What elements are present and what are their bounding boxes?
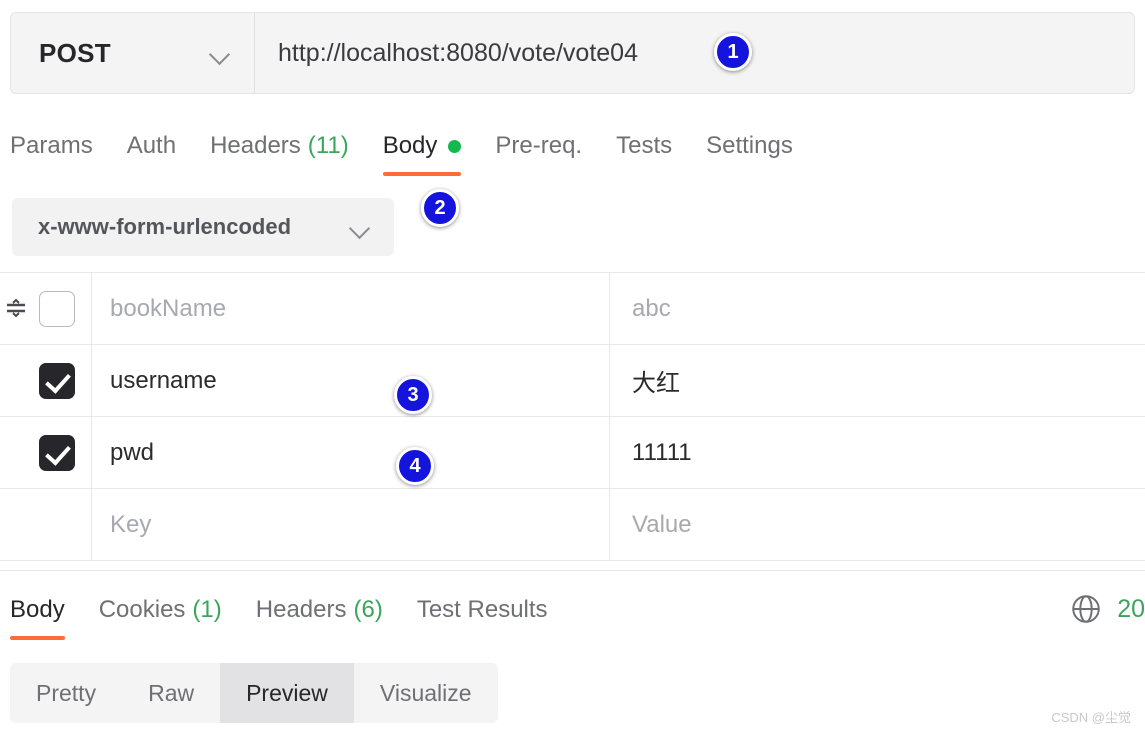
param-value-input[interactable]: abc [610,273,1145,344]
table-row: pwd 11111 [0,417,1145,489]
param-value-input[interactable]: 11111 [610,417,1145,488]
view-mode-visualize[interactable]: Visualize [354,663,498,723]
http-method-label: POST [39,37,111,68]
request-tab-settings[interactable]: Settings [706,128,793,170]
request-tab-tests[interactable]: Tests [616,128,672,170]
request-tab-label: Auth [126,132,177,159]
response-view-modes: Pretty Raw Preview Visualize [10,663,498,723]
response-status: 20 [1069,592,1145,626]
response-tab-count: (6) [353,596,383,623]
chevron-down-icon [210,47,232,59]
url-text: http://localhost:8080/vote/vote04 [278,38,638,67]
row-enable-checkbox[interactable] [39,434,75,471]
http-method-select[interactable]: POST [11,13,255,93]
body-type-select[interactable]: x-www-form-urlencoded [12,198,394,256]
body-params-table: bookName abc username 大红 pwd 11111 Key Value [0,272,1145,561]
request-url-bar: POST http://localhost:8080/vote/vote04 [10,12,1135,94]
annotation-badge-2: 2 [421,189,459,227]
body-type-label: x-www-form-urlencoded [38,214,292,239]
response-tab-cookies[interactable]: Cookies (1) [99,592,222,634]
view-mode-preview[interactable]: Preview [220,663,354,723]
param-key-input[interactable]: bookName [92,273,610,344]
table-row: username 大红 [0,345,1145,417]
annotation-badge-4: 4 [396,447,434,485]
response-tab-testresults[interactable]: Test Results [417,592,548,634]
response-tab-label: Cookies [98,596,186,623]
request-tab-count: (11) [307,132,349,159]
annotation-badge-3: 3 [394,376,432,414]
row-checkbox-cell [0,345,92,416]
response-tab-label: Headers [255,596,347,623]
view-mode-raw[interactable]: Raw [122,663,220,723]
request-tab-label: Headers [210,132,301,159]
globe-icon [1072,595,1100,623]
request-tab-label: Pre-req. [495,132,583,159]
annotation-badge-1: 1 [714,33,752,71]
view-mode-pretty[interactable]: Pretty [10,663,122,723]
table-row: Key Value [0,489,1145,561]
row-checkbox-cell [0,273,92,344]
param-key-input[interactable]: Key [92,489,610,560]
request-tab-auth[interactable]: Auth [127,128,176,170]
response-divider [0,570,1145,571]
table-row: bookName abc [0,273,1145,345]
request-tab-label: Settings [706,132,793,159]
row-checkbox-cell [0,489,92,560]
request-tabs: Params Auth Headers (11) Body Pre-req. Tests Se… [10,128,827,176]
param-value-input[interactable]: 大红 [610,345,1145,416]
row-enable-checkbox[interactable] [39,290,75,327]
param-value-input[interactable]: Value [610,489,1145,560]
param-key-input[interactable]: pwd [92,417,610,488]
row-enable-checkbox[interactable] [39,362,75,399]
status-code-text: 20 [1117,594,1145,623]
response-tab-headers[interactable]: Headers (6) [256,592,383,634]
request-tab-prereq[interactable]: Pre-req. [495,128,582,170]
row-checkbox-cell [0,417,92,488]
body-present-dot-icon [448,139,462,153]
watermark: CSDN @尘觉 [1051,710,1131,725]
request-tab-headers[interactable]: Headers (11) [210,128,349,170]
response-tab-label: Body [10,596,65,623]
response-tab-body[interactable]: Body [10,592,65,640]
chevron-down-icon [350,221,372,233]
request-tab-params[interactable]: Params [10,128,93,170]
request-tab-body[interactable]: Body [382,128,462,176]
request-tab-label: Tests [616,132,673,159]
request-tab-label: Params [10,132,93,159]
response-tab-label: Test Results [416,596,548,623]
url-input[interactable]: http://localhost:8080/vote/vote04 [255,13,1134,93]
sort-handle-icon[interactable] [4,297,28,321]
response-tab-count: (1) [192,596,222,623]
param-key-input[interactable]: username [92,345,610,416]
response-tabs: Body Cookies (1) Headers (6) Test Results [10,592,582,640]
request-tab-label: Body [382,132,438,159]
